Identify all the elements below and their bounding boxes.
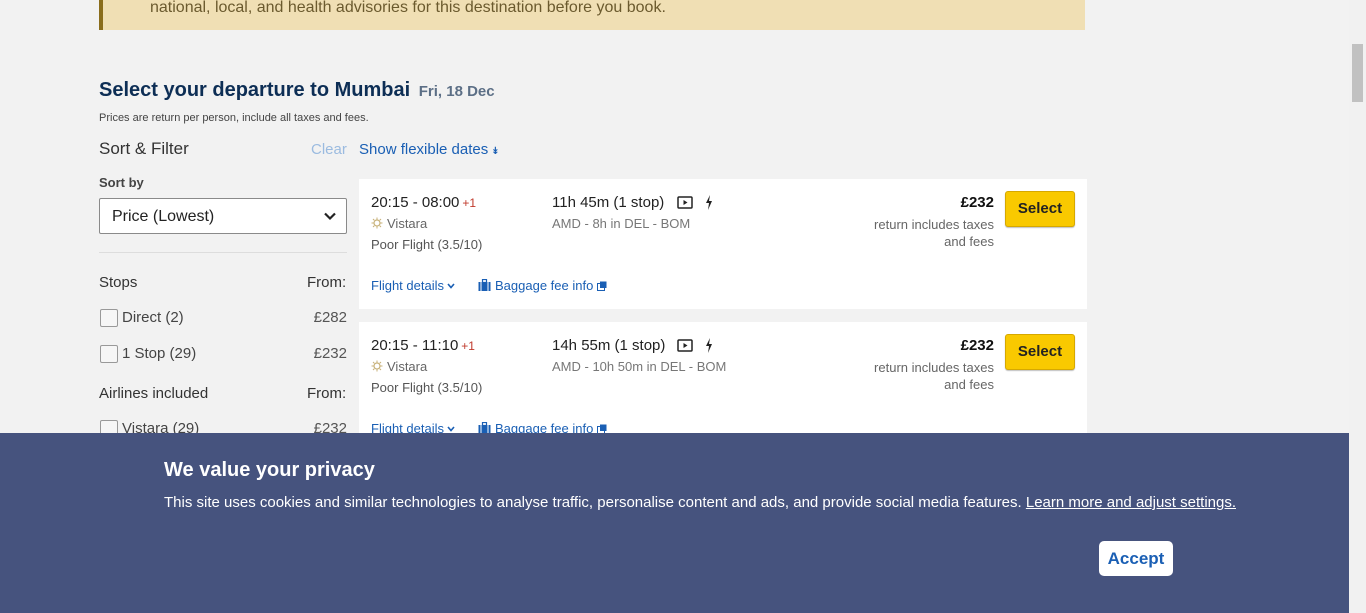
stops-from-label: From: [307,274,347,291]
flight-duration: 11h 45m (1 stop) [552,194,665,211]
cookie-message: This site uses cookies and similar techn… [164,494,1022,511]
flight-route: AMD - 10h 50m in DEL - BOM [552,359,727,374]
airline-name: Vistara [387,216,428,231]
page-title: Select your departure to Mumbai Fri, 18 … [99,79,495,102]
flight-details-label: Flight details [371,278,444,293]
flight-times-text: 20:15 - 08:00 [371,194,460,211]
baggage-fee-label: Baggage fee info [495,278,594,293]
chevron-down-icon [324,212,336,221]
sort-filter-title: Sort & Filter [99,139,189,158]
select-flight-button[interactable]: Select [1005,191,1075,227]
checkbox[interactable] [100,309,118,327]
external-link-icon [597,281,607,291]
flight-details-link[interactable]: Flight details [371,278,455,293]
cookie-settings-link[interactable]: Learn more and adjust settings. [1026,494,1236,511]
page-title-text: Select your departure to Mumbai [99,79,411,101]
power-icon [706,195,712,210]
airline-logo-icon [371,217,383,229]
sort-by-label: Sort by [99,175,144,190]
day-offset: +1 [462,196,477,210]
cookie-title: We value your privacy [164,459,375,481]
clear-filters-link[interactable]: Clear [311,141,347,158]
show-flexible-dates-link[interactable]: Show flexible dates ↡ [359,141,500,158]
accept-cookies-button[interactable]: Accept [1099,541,1173,576]
airlines-from-label: From: [307,385,347,402]
airline: Vistara [371,216,427,231]
page-scrollbar[interactable] [1349,0,1366,613]
cookie-text: This site uses cookies and similar techn… [164,494,1236,511]
advisory-text: national, local, and health advisories f… [150,0,666,16]
flight-duration: 14h 55m (1 stop) [552,337,666,354]
flight-card: 20:15 - 08:00 +1 Vistara Poor Flight (3.5… [359,179,1087,309]
airlines-filter-title: Airlines included [99,385,209,402]
screen-icon [677,196,693,209]
flight-times: 20:15 - 11:10 +1 [371,337,475,354]
filter-option-1-stop[interactable]: 1 Stop (29) £232 [100,344,347,364]
filter-option-label: Direct (2) [122,309,184,326]
filter-option-price: £232 [313,345,347,362]
day-offset: +1 [461,339,475,353]
fare-note: return includes taxes and fees [874,360,994,392]
flight-times-text: 20:15 - 11:10 [371,337,459,354]
flight-rating: Poor Flight (3.5/10) [371,380,483,395]
flight-times: 20:15 - 08:00 +1 [371,194,476,211]
flexible-dates-label: Show flexible dates [359,141,489,158]
select-flight-button[interactable]: Select [1005,334,1075,370]
baggage-icon [478,279,491,291]
filter-option-label: 1 Stop (29) [122,345,197,362]
scrollbar-thumb[interactable] [1352,44,1363,102]
double-chevron-down-icon: ↡ [491,146,500,157]
chevron-down-icon [447,426,455,432]
fare-note: return includes taxes and fees [874,217,994,249]
price-note: Prices are return per person, include al… [99,112,369,124]
filter-option-price: £282 [313,309,347,326]
filter-divider [99,252,347,253]
departure-date: Fri, 18 Dec [418,83,495,100]
fare-price: £232 [960,194,994,211]
filter-option-direct[interactable]: Direct (2) £282 [100,308,347,328]
sort-select[interactable]: Price (Lowest) [99,198,347,234]
airline-logo-icon [371,360,383,372]
stops-filter-title: Stops [99,274,138,291]
sort-select-value: Price (Lowest) [112,208,215,225]
airline-name: Vistara [387,359,428,374]
chevron-down-icon [447,283,455,289]
screen-icon [677,339,693,352]
cookie-banner: We value your privacy This site uses coo… [0,433,1349,613]
baggage-fee-link[interactable]: Baggage fee info [478,278,607,293]
advisory-banner: national, local, and health advisories f… [99,0,1085,30]
flight-route: AMD - 8h in DEL - BOM [552,216,691,231]
airline: Vistara [371,359,427,374]
fare-price: £232 [960,337,994,354]
checkbox[interactable] [100,345,118,363]
power-icon [706,338,712,353]
flight-rating: Poor Flight (3.5/10) [371,237,483,252]
